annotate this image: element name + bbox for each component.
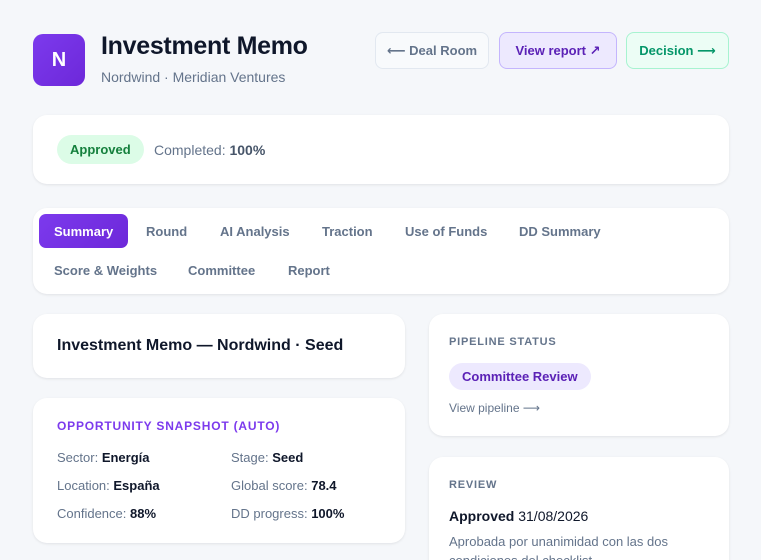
tab-score-weights[interactable]: Score & Weights: [39, 253, 172, 287]
deal-room-button[interactable]: ⟵ Deal Room: [375, 32, 489, 69]
page-title: Investment Memo: [101, 32, 308, 60]
tab-traction[interactable]: Traction: [307, 214, 388, 248]
pipeline-heading: PIPELINE STATUS: [449, 336, 557, 348]
location-value: España: [113, 478, 160, 493]
dd-progress-label: DD progress:: [231, 506, 308, 521]
investment-memo-page: N Investment Memo Nordwind · Meridian Ve…: [0, 0, 761, 560]
review-heading: REVIEW: [449, 479, 498, 491]
stage-field: Stage: Seed: [231, 450, 303, 465]
status-badge: Approved: [57, 135, 144, 164]
review-status-line: Approved 31/08/2026: [449, 508, 588, 524]
tab-round[interactable]: Round: [131, 214, 202, 248]
stage-label: Stage:: [231, 450, 269, 465]
opportunity-snapshot-card: OPPORTUNITY SNAPSHOT (AUTO) Sector: Ener…: [33, 398, 405, 543]
confidence-label: Confidence:: [57, 506, 127, 521]
pipeline-status-card: PIPELINE STATUS Committee Review View pi…: [429, 314, 729, 436]
company-logo: N: [33, 34, 85, 86]
completion-text: Completed: 100%: [154, 142, 265, 158]
confidence-field: Confidence: 88%: [57, 506, 156, 521]
sector-label: Sector:: [57, 450, 99, 465]
view-pipeline-link[interactable]: View pipeline ⟶: [449, 401, 540, 415]
dd-progress-field: DD progress: 100%: [231, 506, 344, 521]
sector-value: Energía: [101, 450, 150, 465]
review-status: Approved: [449, 508, 515, 524]
tab-ai-analysis[interactable]: AI Analysis: [205, 214, 305, 248]
global-score-label: Global score:: [231, 478, 308, 493]
page-subtitle: Nordwind · Meridian Ventures: [101, 69, 286, 85]
tab-report[interactable]: Report: [273, 253, 345, 287]
logo-letter: N: [51, 48, 67, 71]
tab-summary[interactable]: Summary: [39, 214, 129, 248]
sector-field: Sector: Energía: [57, 450, 150, 465]
snapshot-heading: OPPORTUNITY SNAPSHOT (AUTO): [57, 419, 281, 433]
review-note: Aprobada por unanimidad con las dos cond…: [449, 534, 668, 560]
confidence-value: 88%: [130, 506, 157, 521]
tab-dd-summary[interactable]: DD Summary: [504, 214, 616, 248]
decision-button[interactable]: Decision ⟶: [626, 32, 729, 69]
dd-progress-value: 100%: [311, 506, 345, 521]
global-score-field: Global score: 78.4: [231, 478, 337, 493]
tab-committee[interactable]: Committee: [173, 253, 270, 287]
pipeline-stage-badge: Committee Review: [449, 363, 591, 390]
location-field: Location: España: [57, 478, 160, 493]
view-report-button[interactable]: View report ↗: [499, 32, 617, 69]
review-card: REVIEW Approved 31/08/2026 Aprobada por …: [429, 457, 729, 560]
tab-use-of-funds[interactable]: Use of Funds: [390, 214, 502, 248]
tab-bar: Summary Round AI Analysis Traction Use o…: [33, 208, 729, 294]
global-score-value: 78.4: [311, 478, 337, 493]
completion-value: 100%: [229, 142, 266, 158]
memo-title: Investment Memo — Nordwind · Seed: [57, 337, 344, 354]
memo-title-card: Investment Memo — Nordwind · Seed: [33, 314, 405, 378]
review-date: 31/08/2026: [518, 508, 589, 524]
stage-value: Seed: [272, 450, 304, 465]
status-card: Approved Completed: 100%: [33, 115, 729, 184]
location-label: Location:: [57, 478, 110, 493]
completion-label: Completed:: [154, 142, 226, 158]
